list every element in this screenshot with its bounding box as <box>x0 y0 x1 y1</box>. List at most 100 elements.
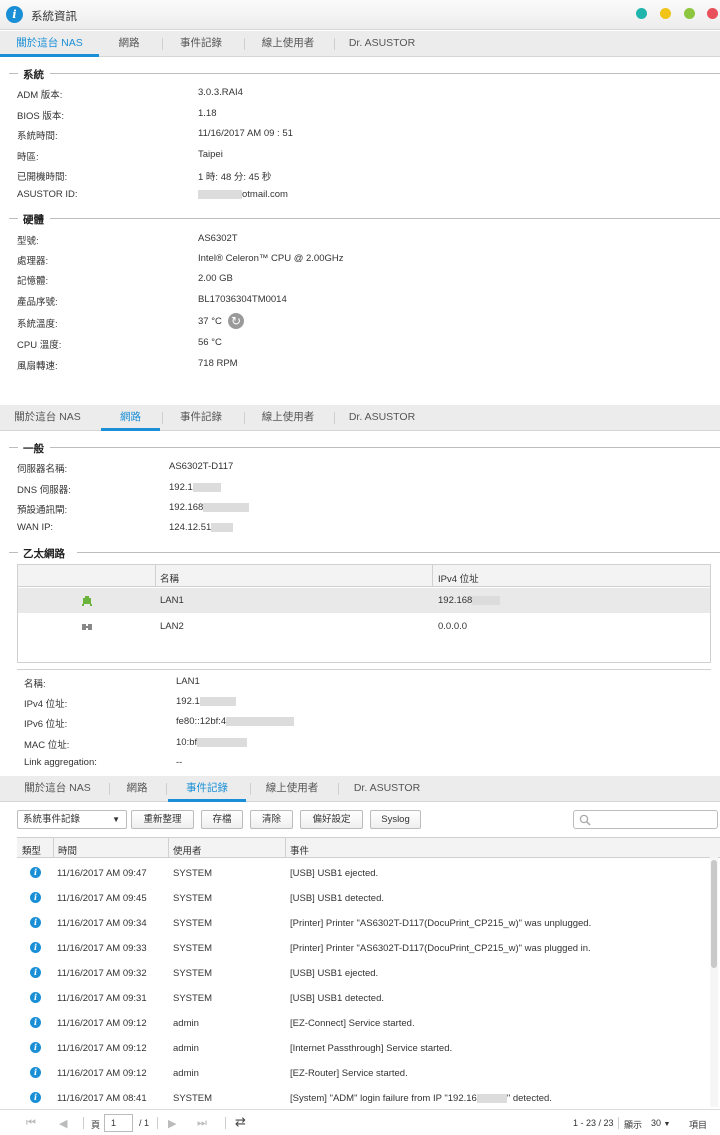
clear-button[interactable]: 清除 <box>250 810 293 829</box>
tab-event-log[interactable]: 事件記錄 <box>170 31 232 57</box>
log-event: [USB] USB1 detected. <box>290 993 384 1004</box>
tab-bar: 關於這台 NAS 網路 事件記錄 線上使用者 Dr. ASUSTOR <box>0 31 720 57</box>
minimize-button[interactable] <box>636 8 647 19</box>
close-button[interactable] <box>707 8 718 19</box>
section-system: 系統 <box>0 67 720 81</box>
server-name-value: AS6302T-D117 <box>169 461 234 472</box>
table-row[interactable]: i 11/16/2017 AM 09:33 SYSTEM [Printer] Prin… <box>17 936 720 961</box>
detail-ipv4-label: IPv4 位址: <box>24 699 68 710</box>
table-row[interactable]: i 11/16/2017 AM 09:31 SYSTEM [USB] USB1 det… <box>17 986 720 1011</box>
detail-mac-value: 10:bf <box>176 737 248 748</box>
event-log-table: 類型 時間 使用者 事件 i 11/16/2017 AM 09:47 SYSTEM [… <box>17 837 720 1109</box>
table-row[interactable]: i 11/16/2017 AM 09:47 SYSTEM [USB] USB1 eje… <box>17 861 720 886</box>
asustor-id-label: ASUSTOR ID: <box>17 189 78 200</box>
tab-event-log[interactable]: 事件記錄 <box>170 405 232 431</box>
wan-ip-value: 124.12.51 <box>169 522 234 533</box>
adm-version-value: 3.0.3.RAI4 <box>198 87 243 98</box>
log-time: 11/16/2017 AM 09:31 <box>57 993 147 1004</box>
asustor-id-value: otmail.com <box>198 189 288 200</box>
bios-version-label: BIOS 版本: <box>17 111 64 122</box>
refresh-button[interactable]: 重新整理 <box>131 810 194 829</box>
table-row[interactable]: LAN1 192.168 <box>18 588 710 613</box>
tab-event-log[interactable]: 事件記錄 <box>168 776 246 802</box>
log-time: 11/16/2017 AM 09:33 <box>57 943 147 954</box>
restore-button[interactable] <box>684 8 695 19</box>
section-title: 乙太網路 <box>23 548 65 560</box>
divider <box>334 38 335 50</box>
divider <box>109 783 110 795</box>
log-time: 11/16/2017 AM 09:45 <box>57 893 147 904</box>
system-time-label: 系統時間: <box>17 131 58 142</box>
table-row[interactable]: i 11/16/2017 AM 09:12 admin [Internet Passt… <box>17 1036 720 1061</box>
table-header: 類型 時間 使用者 事件 <box>17 838 720 858</box>
search-input[interactable] <box>573 810 718 829</box>
info-icon: i <box>30 1067 41 1078</box>
table-row[interactable]: i 11/16/2017 AM 08:41 SYSTEM [System] "ADM"… <box>17 1086 720 1111</box>
uptime-label: 已開機時間: <box>17 172 68 183</box>
column-header-event: 事件 <box>290 846 310 857</box>
previous-page-icon[interactable]: ◀ <box>59 1117 67 1130</box>
tab-network[interactable]: 網路 <box>114 776 160 802</box>
scrollbar-thumb[interactable] <box>711 860 717 968</box>
timezone-label: 時區: <box>17 152 39 163</box>
redacted-blur <box>197 737 248 747</box>
table-row[interactable]: i 11/16/2017 AM 09:12 admin [EZ-Connect] Se… <box>17 1011 720 1036</box>
info-icon: i <box>30 992 41 1003</box>
first-page-icon[interactable]: ⏮ <box>26 1117 36 1130</box>
preferences-button[interactable]: 偏好設定 <box>300 810 363 829</box>
tab-bar: 關於這台 NAS 網路 事件記錄 線上使用者 Dr. ASUSTOR <box>0 776 720 802</box>
next-page-icon[interactable]: ▶ <box>168 1117 176 1130</box>
last-page-icon[interactable]: ⏭ <box>197 1117 207 1130</box>
section-title: 一般 <box>23 443 44 455</box>
bios-version-value: 1.18 <box>198 108 217 119</box>
table-row[interactable]: i 11/16/2017 AM 09:12 admin [EZ-Router] Ser… <box>17 1061 720 1086</box>
tab-about-nas[interactable]: 關於這台 NAS <box>0 405 95 431</box>
network-disconnected-icon <box>82 624 92 630</box>
table-row[interactable]: i 11/16/2017 AM 09:34 SYSTEM [Printer] Prin… <box>17 911 720 936</box>
reload-icon[interactable]: ⇄ <box>235 1114 246 1130</box>
tab-dr-asustor[interactable]: Dr. ASUSTOR <box>346 776 428 802</box>
per-page-select[interactable]: 30 ▼ <box>651 1118 670 1128</box>
timezone-value: Taipei <box>198 149 223 160</box>
log-user: SYSTEM <box>173 968 213 979</box>
gateway-label: 預設通訊閘: <box>17 505 68 516</box>
column-header-name: 名稱 <box>160 574 180 585</box>
redacted-blur <box>203 502 250 512</box>
save-button[interactable]: 存檔 <box>201 810 243 829</box>
pagination-bar: ⏮ ◀ 頁 1 / 1 ▶ ⏭ ⇄ 1 - 23 / 23 顯示 30 ▼ 項目 <box>0 1109 720 1135</box>
tab-online-users[interactable]: 線上使用者 <box>252 31 324 57</box>
log-user: SYSTEM <box>173 893 213 904</box>
table-row[interactable]: LAN2 0.0.0.0 <box>18 614 710 639</box>
tab-about-nas[interactable]: 關於這台 NAS <box>10 776 105 802</box>
log-time: 11/16/2017 AM 09:47 <box>57 868 147 879</box>
processor-value: Intel® Celeron™ CPU @ 2.00GHz <box>198 253 344 264</box>
refresh-icon[interactable]: ↻ <box>228 313 244 329</box>
log-user: SYSTEM <box>173 993 213 1004</box>
log-event: [USB] USB1 ejected. <box>290 868 379 879</box>
page-input[interactable]: 1 <box>104 1114 133 1132</box>
tab-online-users[interactable]: 線上使用者 <box>256 776 328 802</box>
tab-about-nas[interactable]: 關於這台 NAS <box>0 31 99 57</box>
memory-value: 2.00 GB <box>198 273 233 284</box>
log-time: 11/16/2017 AM 09:34 <box>57 918 147 929</box>
fan-speed-label: 風扇轉速: <box>17 361 58 372</box>
tab-network[interactable]: 網路 <box>105 31 153 57</box>
syslog-button[interactable]: Syslog <box>370 810 421 829</box>
section-hardware: 硬體 <box>0 212 720 226</box>
maximize-button[interactable] <box>660 8 671 19</box>
gateway-value: 192.168 <box>169 502 250 513</box>
tab-dr-asustor[interactable]: Dr. ASUSTOR <box>342 31 422 57</box>
table-header: 名稱 IPv4 位址 <box>18 565 710 587</box>
tab-dr-asustor[interactable]: Dr. ASUSTOR <box>342 405 422 431</box>
table-row[interactable]: i 11/16/2017 AM 09:32 SYSTEM [USB] USB1 eje… <box>17 961 720 986</box>
table-row[interactable]: i 11/16/2017 AM 09:45 SYSTEM [USB] USB1 det… <box>17 886 720 911</box>
divider <box>166 783 167 795</box>
tab-online-users[interactable]: 線上使用者 <box>252 405 324 431</box>
lan-name: LAN1 <box>160 595 184 606</box>
detail-ipv6-value: fe80::12bf:4 <box>176 716 295 727</box>
serial-label: 產品序號: <box>17 297 58 308</box>
model-label: 型號: <box>17 236 39 247</box>
lan-ipv4: 0.0.0.0 <box>438 621 468 632</box>
tab-network[interactable]: 網路 <box>101 405 160 431</box>
log-type-select[interactable]: 系統事件記錄 ▼ <box>17 810 127 829</box>
